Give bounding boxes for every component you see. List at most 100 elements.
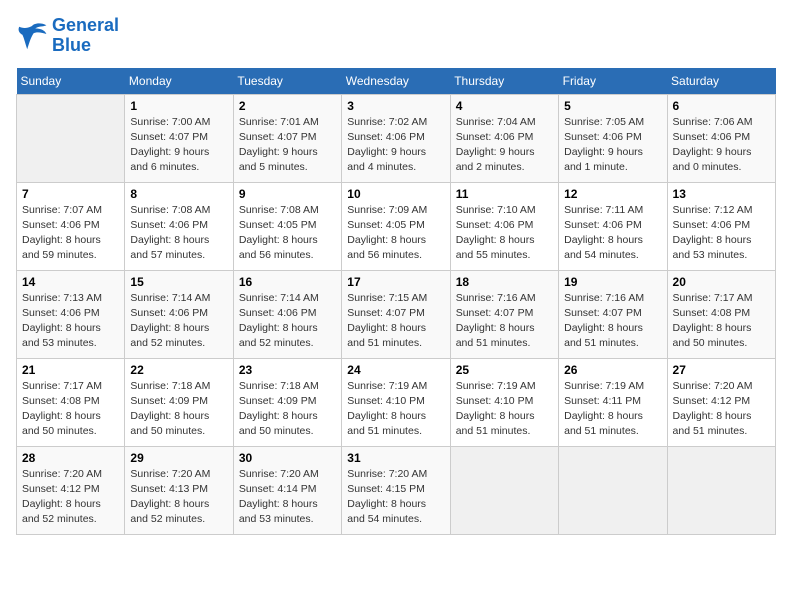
- daylight-label: Daylight: 8 hours and 51 minutes.: [456, 322, 535, 349]
- day-number: 15: [130, 275, 227, 289]
- day-number: 28: [22, 451, 119, 465]
- day-header-monday: Monday: [125, 68, 233, 95]
- daylight-label: Daylight: 8 hours and 55 minutes.: [456, 234, 535, 261]
- sunrise-label: Sunrise: 7:20 AM: [673, 380, 753, 392]
- day-info: Sunrise: 7:19 AM Sunset: 4:11 PM Dayligh…: [564, 379, 661, 440]
- day-number: 19: [564, 275, 661, 289]
- daylight-label: Daylight: 8 hours and 51 minutes.: [347, 322, 426, 349]
- calendar-cell: 2 Sunrise: 7:01 AM Sunset: 4:07 PM Dayli…: [233, 94, 341, 182]
- sunrise-label: Sunrise: 7:15 AM: [347, 292, 427, 304]
- daylight-label: Daylight: 8 hours and 53 minutes.: [239, 498, 318, 525]
- day-number: 16: [239, 275, 336, 289]
- week-row-4: 21 Sunrise: 7:17 AM Sunset: 4:08 PM Dayl…: [17, 358, 776, 446]
- sunset-label: Sunset: 4:14 PM: [239, 483, 317, 495]
- sunrise-label: Sunrise: 7:16 AM: [564, 292, 644, 304]
- day-info: Sunrise: 7:11 AM Sunset: 4:06 PM Dayligh…: [564, 203, 661, 264]
- day-info: Sunrise: 7:17 AM Sunset: 4:08 PM Dayligh…: [673, 291, 770, 352]
- day-number: 26: [564, 363, 661, 377]
- sunset-label: Sunset: 4:06 PM: [239, 307, 317, 319]
- daylight-label: Daylight: 8 hours and 54 minutes.: [347, 498, 426, 525]
- calendar-cell: 30 Sunrise: 7:20 AM Sunset: 4:14 PM Dayl…: [233, 446, 341, 534]
- calendar-cell: [667, 446, 775, 534]
- day-info: Sunrise: 7:05 AM Sunset: 4:06 PM Dayligh…: [564, 115, 661, 176]
- calendar-cell: 18 Sunrise: 7:16 AM Sunset: 4:07 PM Dayl…: [450, 270, 558, 358]
- week-row-3: 14 Sunrise: 7:13 AM Sunset: 4:06 PM Dayl…: [17, 270, 776, 358]
- daylight-label: Daylight: 8 hours and 51 minutes.: [673, 410, 752, 437]
- day-number: 1: [130, 99, 227, 113]
- day-info: Sunrise: 7:08 AM Sunset: 4:06 PM Dayligh…: [130, 203, 227, 264]
- sunrise-label: Sunrise: 7:20 AM: [130, 468, 210, 480]
- sunrise-label: Sunrise: 7:19 AM: [347, 380, 427, 392]
- day-number: 12: [564, 187, 661, 201]
- sunrise-label: Sunrise: 7:14 AM: [239, 292, 319, 304]
- sunset-label: Sunset: 4:06 PM: [347, 131, 425, 143]
- sunrise-label: Sunrise: 7:20 AM: [347, 468, 427, 480]
- sunrise-label: Sunrise: 7:01 AM: [239, 116, 319, 128]
- daylight-label: Daylight: 9 hours and 5 minutes.: [239, 146, 318, 173]
- sunrise-label: Sunrise: 7:05 AM: [564, 116, 644, 128]
- daylight-label: Daylight: 8 hours and 54 minutes.: [564, 234, 643, 261]
- calendar-cell: 6 Sunrise: 7:06 AM Sunset: 4:06 PM Dayli…: [667, 94, 775, 182]
- daylight-label: Daylight: 8 hours and 50 minutes.: [22, 410, 101, 437]
- calendar-cell: 13 Sunrise: 7:12 AM Sunset: 4:06 PM Dayl…: [667, 182, 775, 270]
- daylight-label: Daylight: 8 hours and 53 minutes.: [673, 234, 752, 261]
- sunrise-label: Sunrise: 7:13 AM: [22, 292, 102, 304]
- sunrise-label: Sunrise: 7:19 AM: [564, 380, 644, 392]
- calendar-cell: 1 Sunrise: 7:00 AM Sunset: 4:07 PM Dayli…: [125, 94, 233, 182]
- daylight-label: Daylight: 8 hours and 52 minutes.: [239, 322, 318, 349]
- calendar-cell: 19 Sunrise: 7:16 AM Sunset: 4:07 PM Dayl…: [559, 270, 667, 358]
- day-number: 9: [239, 187, 336, 201]
- sunset-label: Sunset: 4:06 PM: [22, 307, 100, 319]
- sunset-label: Sunset: 4:10 PM: [456, 395, 534, 407]
- day-header-sunday: Sunday: [17, 68, 125, 95]
- daylight-label: Daylight: 9 hours and 6 minutes.: [130, 146, 209, 173]
- daylight-label: Daylight: 9 hours and 0 minutes.: [673, 146, 752, 173]
- daylight-label: Daylight: 8 hours and 52 minutes.: [130, 498, 209, 525]
- day-info: Sunrise: 7:08 AM Sunset: 4:05 PM Dayligh…: [239, 203, 336, 264]
- day-number: 2: [239, 99, 336, 113]
- sunset-label: Sunset: 4:06 PM: [564, 131, 642, 143]
- sunrise-label: Sunrise: 7:12 AM: [673, 204, 753, 216]
- day-info: Sunrise: 7:04 AM Sunset: 4:06 PM Dayligh…: [456, 115, 553, 176]
- sunrise-label: Sunrise: 7:17 AM: [22, 380, 102, 392]
- sunrise-label: Sunrise: 7:04 AM: [456, 116, 536, 128]
- day-number: 7: [22, 187, 119, 201]
- sunset-label: Sunset: 4:11 PM: [564, 395, 641, 407]
- daylight-label: Daylight: 9 hours and 2 minutes.: [456, 146, 535, 173]
- day-number: 27: [673, 363, 770, 377]
- calendar-cell: [559, 446, 667, 534]
- week-row-5: 28 Sunrise: 7:20 AM Sunset: 4:12 PM Dayl…: [17, 446, 776, 534]
- day-number: 25: [456, 363, 553, 377]
- calendar-cell: 27 Sunrise: 7:20 AM Sunset: 4:12 PM Dayl…: [667, 358, 775, 446]
- calendar-cell: 16 Sunrise: 7:14 AM Sunset: 4:06 PM Dayl…: [233, 270, 341, 358]
- calendar-cell: 11 Sunrise: 7:10 AM Sunset: 4:06 PM Dayl…: [450, 182, 558, 270]
- daylight-label: Daylight: 8 hours and 50 minutes.: [130, 410, 209, 437]
- day-info: Sunrise: 7:18 AM Sunset: 4:09 PM Dayligh…: [239, 379, 336, 440]
- sunrise-label: Sunrise: 7:08 AM: [130, 204, 210, 216]
- sunset-label: Sunset: 4:13 PM: [130, 483, 208, 495]
- day-number: 31: [347, 451, 444, 465]
- calendar-cell: 28 Sunrise: 7:20 AM Sunset: 4:12 PM Dayl…: [17, 446, 125, 534]
- sunset-label: Sunset: 4:10 PM: [347, 395, 425, 407]
- sunset-label: Sunset: 4:08 PM: [22, 395, 100, 407]
- day-number: 8: [130, 187, 227, 201]
- day-number: 4: [456, 99, 553, 113]
- daylight-label: Daylight: 8 hours and 56 minutes.: [239, 234, 318, 261]
- calendar-table: SundayMondayTuesdayWednesdayThursdayFrid…: [16, 68, 776, 535]
- day-info: Sunrise: 7:09 AM Sunset: 4:05 PM Dayligh…: [347, 203, 444, 264]
- day-info: Sunrise: 7:14 AM Sunset: 4:06 PM Dayligh…: [239, 291, 336, 352]
- sunset-label: Sunset: 4:05 PM: [239, 219, 317, 231]
- day-number: 29: [130, 451, 227, 465]
- sunrise-label: Sunrise: 7:19 AM: [456, 380, 536, 392]
- calendar-cell: 25 Sunrise: 7:19 AM Sunset: 4:10 PM Dayl…: [450, 358, 558, 446]
- day-info: Sunrise: 7:15 AM Sunset: 4:07 PM Dayligh…: [347, 291, 444, 352]
- day-info: Sunrise: 7:10 AM Sunset: 4:06 PM Dayligh…: [456, 203, 553, 264]
- calendar-cell: 29 Sunrise: 7:20 AM Sunset: 4:13 PM Dayl…: [125, 446, 233, 534]
- daylight-label: Daylight: 9 hours and 4 minutes.: [347, 146, 426, 173]
- day-number: 11: [456, 187, 553, 201]
- week-row-1: 1 Sunrise: 7:00 AM Sunset: 4:07 PM Dayli…: [17, 94, 776, 182]
- sunrise-label: Sunrise: 7:07 AM: [22, 204, 102, 216]
- day-info: Sunrise: 7:20 AM Sunset: 4:12 PM Dayligh…: [673, 379, 770, 440]
- day-number: 10: [347, 187, 444, 201]
- calendar-cell: 26 Sunrise: 7:19 AM Sunset: 4:11 PM Dayl…: [559, 358, 667, 446]
